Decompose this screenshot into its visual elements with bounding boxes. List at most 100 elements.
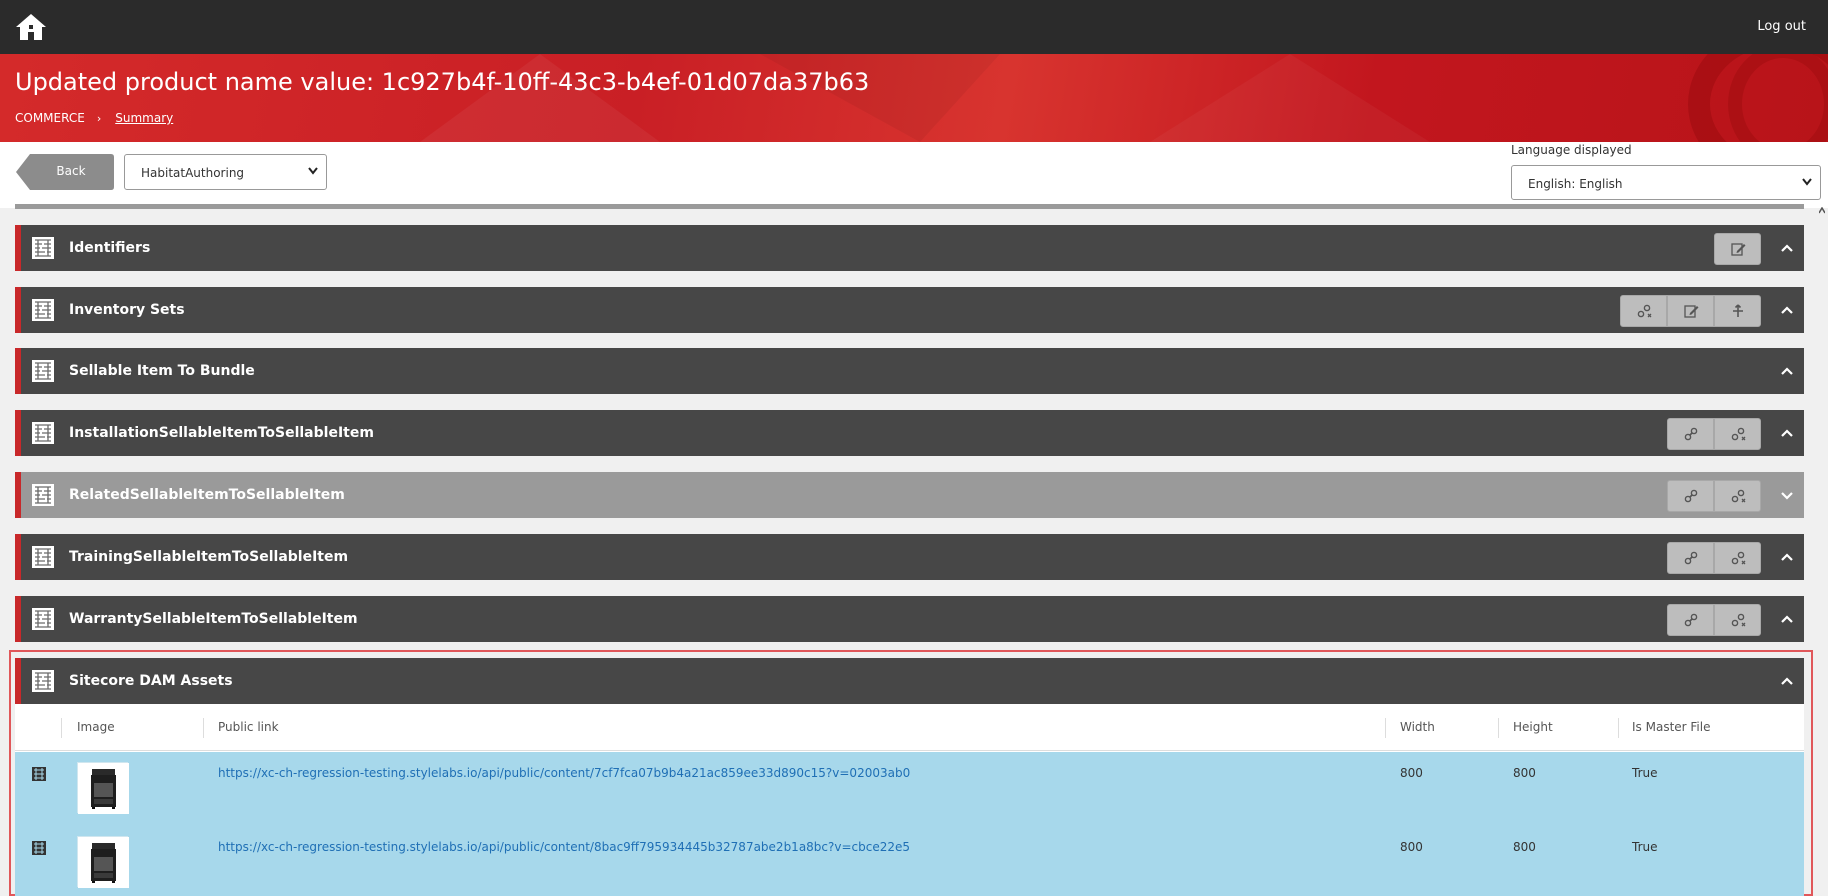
back-button-label: Back xyxy=(56,164,86,178)
breadcrumb-separator-icon: › xyxy=(96,111,102,125)
master-file-cell: True xyxy=(1632,766,1658,780)
link-button[interactable] xyxy=(1667,542,1714,574)
section-action-buttons xyxy=(1667,604,1761,636)
section-installationsellableitemtosellableitem[interactable]: InstallationSellableItemToSellableItem xyxy=(15,410,1804,456)
link-icon xyxy=(1684,427,1697,441)
unlink-icon xyxy=(1731,613,1745,627)
unlink-button[interactable] xyxy=(1620,295,1667,327)
column-header-height[interactable]: Height xyxy=(1513,720,1553,734)
column-header-public-link[interactable]: Public link xyxy=(218,720,279,734)
link-icon xyxy=(1684,489,1697,503)
add-icon xyxy=(1732,304,1743,317)
link-button[interactable] xyxy=(1667,480,1714,512)
section-divider xyxy=(15,204,1804,209)
section-identifiers[interactable]: Identifiers xyxy=(15,225,1804,271)
chevron-up-icon[interactable] xyxy=(1780,612,1794,626)
column-header-is-master-file[interactable]: Is Master File xyxy=(1632,720,1710,734)
unlink-icon xyxy=(1731,551,1745,565)
chevron-down-icon xyxy=(308,167,318,175)
section-inventory-sets[interactable]: Inventory Sets xyxy=(15,287,1804,333)
column-header-width[interactable]: Width xyxy=(1400,720,1435,734)
scroll-indicator-icon[interactable] xyxy=(1819,207,1825,215)
height-cell: 800 xyxy=(1513,840,1536,854)
width-cell: 800 xyxy=(1400,766,1423,780)
unlink-icon xyxy=(1731,489,1745,503)
environment-select-value: HabitatAuthoring xyxy=(141,166,245,180)
page-header-banner: Updated product name value: 1c927b4f-10f… xyxy=(0,54,1828,142)
section-relatedsellableitemtosellableitem[interactable]: RelatedSellableItemToSellableItem xyxy=(15,472,1804,518)
chevron-up-icon[interactable] xyxy=(1780,426,1794,440)
unlink-button[interactable] xyxy=(1714,604,1761,636)
table-row[interactable]: https://xc-ch-regression-testing.stylela… xyxy=(15,752,1804,826)
section-title: Sellable Item To Bundle xyxy=(69,363,255,379)
dam-assets-table: Image Public link Width Height Is Master… xyxy=(15,704,1804,896)
height-cell: 800 xyxy=(1513,766,1536,780)
section-grid-icon xyxy=(32,484,54,506)
section-action-buttons xyxy=(1667,480,1761,512)
section-action-buttons xyxy=(1620,295,1761,327)
unlink-button[interactable] xyxy=(1714,480,1761,512)
section-title: Inventory Sets xyxy=(69,302,185,318)
add-button[interactable] xyxy=(1714,295,1761,327)
logout-link[interactable]: Log out xyxy=(1757,19,1806,34)
section-action-buttons xyxy=(1667,418,1761,450)
master-file-cell: True xyxy=(1632,840,1658,854)
unlink-button[interactable] xyxy=(1714,542,1761,574)
section-title: InstallationSellableItemToSellableItem xyxy=(69,425,374,441)
public-link[interactable]: https://xc-ch-regression-testing.stylela… xyxy=(218,840,910,854)
section-grid-icon xyxy=(32,608,54,630)
section-title: WarrantySellableItemToSellableItem xyxy=(69,611,358,627)
link-icon xyxy=(1684,613,1697,627)
breadcrumb-current[interactable]: Summary xyxy=(115,111,173,125)
section-action-buttons xyxy=(1667,542,1761,574)
top-bar: Log out xyxy=(0,0,1828,54)
unlink-button[interactable] xyxy=(1714,418,1761,450)
language-label: Language displayed xyxy=(1511,143,1632,157)
back-button[interactable]: Back xyxy=(16,154,114,190)
product-thumbnail xyxy=(77,762,129,814)
width-cell: 800 xyxy=(1400,840,1423,854)
chevron-down-icon[interactable] xyxy=(1780,488,1794,502)
section-grid-icon xyxy=(32,299,54,321)
chevron-up-icon[interactable] xyxy=(1780,241,1794,255)
chevron-up-icon[interactable] xyxy=(1780,303,1794,317)
page-title: Updated product name value: 1c927b4f-10f… xyxy=(15,68,870,96)
section-warrantysellableitemtosellableitem[interactable]: WarrantySellableItemToSellableItem xyxy=(15,596,1804,642)
public-link[interactable]: https://xc-ch-regression-testing.stylela… xyxy=(218,766,910,780)
table-header: Image Public link Width Height Is Master… xyxy=(15,704,1804,751)
section-title: Identifiers xyxy=(69,240,151,256)
section-grid-icon xyxy=(32,546,54,568)
edit-icon xyxy=(1730,243,1745,256)
link-button[interactable] xyxy=(1667,604,1714,636)
home-icon[interactable] xyxy=(14,12,48,42)
chevron-up-icon[interactable] xyxy=(1780,550,1794,564)
column-header-image[interactable]: Image xyxy=(77,720,115,734)
chevron-down-icon xyxy=(1802,178,1812,186)
link-button[interactable] xyxy=(1667,418,1714,450)
unlink-icon xyxy=(1637,304,1651,318)
environment-select[interactable]: HabitatAuthoring xyxy=(124,154,327,190)
unlink-icon xyxy=(1731,427,1745,441)
edit-button[interactable] xyxy=(1714,233,1761,265)
row-select-icon[interactable] xyxy=(32,766,46,781)
section-grid-icon xyxy=(32,237,54,259)
breadcrumb-root[interactable]: COMMERCE xyxy=(15,111,85,125)
row-select-icon[interactable] xyxy=(32,840,46,855)
breadcrumb: COMMERCE › Summary xyxy=(15,111,173,125)
language-select-value: English: English xyxy=(1528,177,1623,191)
section-sellable-item-to-bundle[interactable]: Sellable Item To Bundle xyxy=(15,348,1804,394)
section-title: TrainingSellableItemToSellableItem xyxy=(69,549,349,565)
language-select[interactable]: English: English xyxy=(1511,165,1821,200)
section-title: RelatedSellableItemToSellableItem xyxy=(69,487,345,503)
edit-button[interactable] xyxy=(1667,295,1714,327)
section-grid-icon xyxy=(32,422,54,444)
section-action-buttons xyxy=(1714,233,1761,265)
table-row[interactable]: https://xc-ch-regression-testing.stylela… xyxy=(15,826,1804,896)
section-grid-icon xyxy=(32,360,54,382)
section-trainingsellableitemtosellableitem[interactable]: TrainingSellableItemToSellableItem xyxy=(15,534,1804,580)
chevron-up-icon[interactable] xyxy=(1780,364,1794,378)
link-icon xyxy=(1684,551,1697,565)
edit-icon xyxy=(1683,305,1698,318)
toolbar: Back HabitatAuthoring Language displayed… xyxy=(0,142,1828,208)
product-thumbnail xyxy=(77,836,129,888)
